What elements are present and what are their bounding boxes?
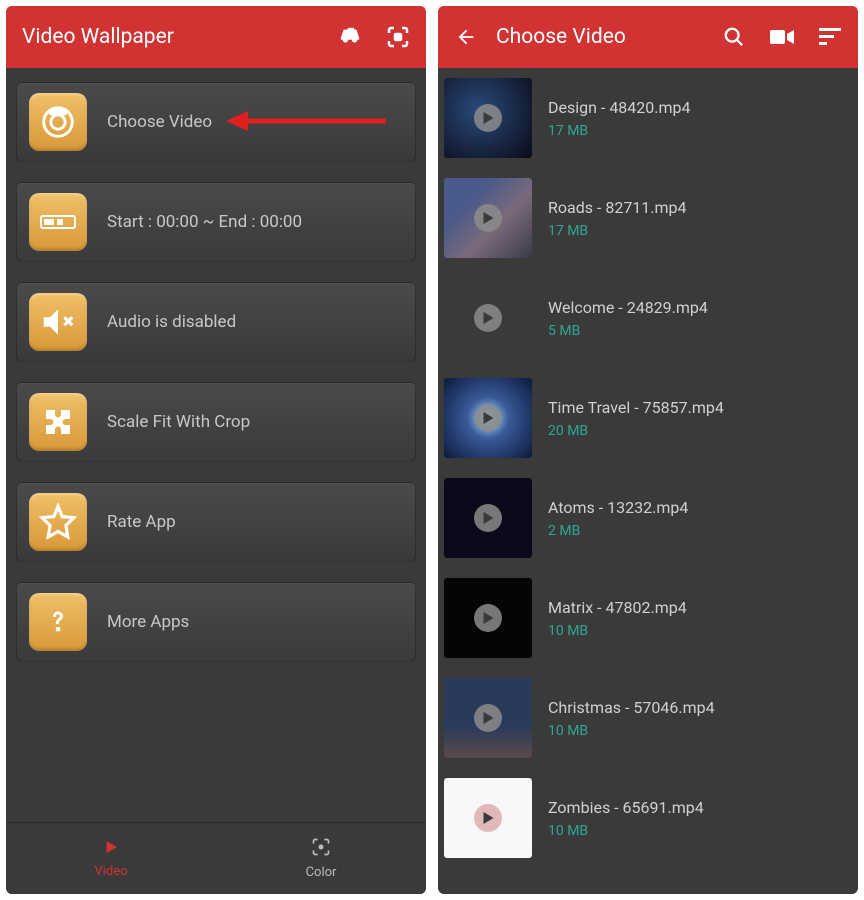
video-info: Christmas - 57046.mp4 10 MB (548, 698, 846, 739)
menu-label: Audio is disabled (107, 312, 236, 332)
video-size: 10 MB (548, 823, 846, 839)
menu-label: Rate App (107, 512, 176, 532)
video-info: Welcome - 24829.mp4 5 MB (548, 298, 846, 339)
video-info: Design - 48420.mp4 17 MB (548, 98, 846, 139)
menu-rate[interactable]: Rate App (16, 482, 416, 562)
screen-choose-video: Choose Video Design - 48420.mp4 17 MB (438, 6, 858, 894)
menu-content: Choose Video Start : 00:00 ~ End : 00:00… (6, 68, 426, 822)
menu-scale[interactable]: Scale Fit With Crop (16, 382, 416, 462)
nav-video[interactable]: Video (6, 823, 216, 894)
nav-label: Video (94, 864, 127, 879)
menu-label: Scale Fit With Crop (107, 412, 250, 432)
menu-list: Choose Video Start : 00:00 ~ End : 00:00… (6, 68, 426, 696)
bottom-nav: Video Color (6, 822, 426, 894)
menu-label: More Apps (107, 612, 189, 632)
play-icon (474, 504, 502, 532)
video-item[interactable]: Christmas - 57046.mp4 10 MB (438, 668, 858, 768)
video-item[interactable]: Design - 48420.mp4 17 MB (438, 68, 858, 168)
menu-label: Start : 00:00 ~ End : 00:00 (107, 212, 302, 232)
video-item[interactable]: Atoms - 13232.mp4 2 MB (438, 468, 858, 568)
screen-video-wallpaper: Video Wallpaper Choose Video Start : (6, 6, 426, 894)
play-icon (474, 704, 502, 732)
search-icon[interactable] (722, 25, 746, 49)
video-name: Design - 48420.mp4 (548, 98, 846, 117)
video-info: Atoms - 13232.mp4 2 MB (548, 498, 846, 539)
video-item[interactable]: Matrix - 47802.mp4 10 MB (438, 568, 858, 668)
header-actions (722, 25, 842, 49)
app-title: Video Wallpaper (22, 25, 338, 49)
play-icon (474, 804, 502, 832)
video-name: Atoms - 13232.mp4 (548, 498, 846, 517)
play-icon (474, 104, 502, 132)
video-size: 2 MB (548, 523, 846, 539)
menu-start-end[interactable]: Start : 00:00 ~ End : 00:00 (16, 182, 416, 262)
video-thumbnail (444, 278, 532, 358)
star-icon (29, 493, 87, 551)
video-info: Time Travel - 75857.mp4 20 MB (548, 398, 846, 439)
video-list-content[interactable]: Design - 48420.mp4 17 MB Roads - 82711.m… (438, 68, 858, 894)
video-info: Roads - 82711.mp4 17 MB (548, 198, 846, 239)
mute-icon (29, 293, 87, 351)
video-size: 17 MB (548, 223, 846, 239)
video-info: Matrix - 47802.mp4 10 MB (548, 598, 846, 639)
video-size: 10 MB (548, 723, 846, 739)
question-icon (29, 593, 87, 651)
color-frame-icon (311, 837, 331, 861)
play-icon (474, 304, 502, 332)
app-header: Video Wallpaper (6, 6, 426, 68)
page-title: Choose Video (496, 25, 722, 49)
video-thumbnail (444, 578, 532, 658)
camera-video-icon[interactable] (770, 25, 794, 49)
video-size: 5 MB (548, 323, 846, 339)
cart-icon[interactable] (338, 25, 362, 49)
nav-label: Color (306, 865, 337, 880)
video-thumbnail (444, 678, 532, 758)
video-item[interactable]: Welcome - 24829.mp4 5 MB (438, 268, 858, 368)
timeline-icon (29, 193, 87, 251)
video-size: 17 MB (548, 123, 846, 139)
video-info: Zombies - 65691.mp4 10 MB (548, 798, 846, 839)
menu-label: Choose Video (107, 112, 212, 132)
play-icon (474, 204, 502, 232)
camera-icon (29, 93, 87, 151)
video-thumbnail (444, 478, 532, 558)
back-icon[interactable] (454, 25, 478, 49)
sort-icon[interactable] (818, 25, 842, 49)
video-name: Christmas - 57046.mp4 (548, 698, 846, 717)
video-item[interactable]: Zombies - 65691.mp4 10 MB (438, 768, 858, 868)
video-name: Matrix - 47802.mp4 (548, 598, 846, 617)
video-item[interactable]: Roads - 82711.mp4 17 MB (438, 168, 858, 268)
play-icon (102, 838, 120, 860)
play-icon (474, 404, 502, 432)
video-list: Design - 48420.mp4 17 MB Roads - 82711.m… (438, 68, 858, 868)
video-thumbnail (444, 378, 532, 458)
menu-more-apps[interactable]: More Apps (16, 582, 416, 662)
video-item[interactable]: Time Travel - 75857.mp4 20 MB (438, 368, 858, 468)
nav-color[interactable]: Color (216, 823, 426, 894)
video-name: Roads - 82711.mp4 (548, 198, 846, 217)
frame-icon[interactable] (386, 25, 410, 49)
menu-choose-video[interactable]: Choose Video (16, 82, 416, 162)
video-name: Zombies - 65691.mp4 (548, 798, 846, 817)
header-actions (338, 25, 410, 49)
video-size: 10 MB (548, 623, 846, 639)
puzzle-icon (29, 393, 87, 451)
video-name: Time Travel - 75857.mp4 (548, 398, 846, 417)
video-name: Welcome - 24829.mp4 (548, 298, 846, 317)
video-thumbnail (444, 78, 532, 158)
video-size: 20 MB (548, 423, 846, 439)
menu-audio[interactable]: Audio is disabled (16, 282, 416, 362)
app-header: Choose Video (438, 6, 858, 68)
video-thumbnail (444, 778, 532, 858)
play-icon (474, 604, 502, 632)
video-thumbnail (444, 178, 532, 258)
